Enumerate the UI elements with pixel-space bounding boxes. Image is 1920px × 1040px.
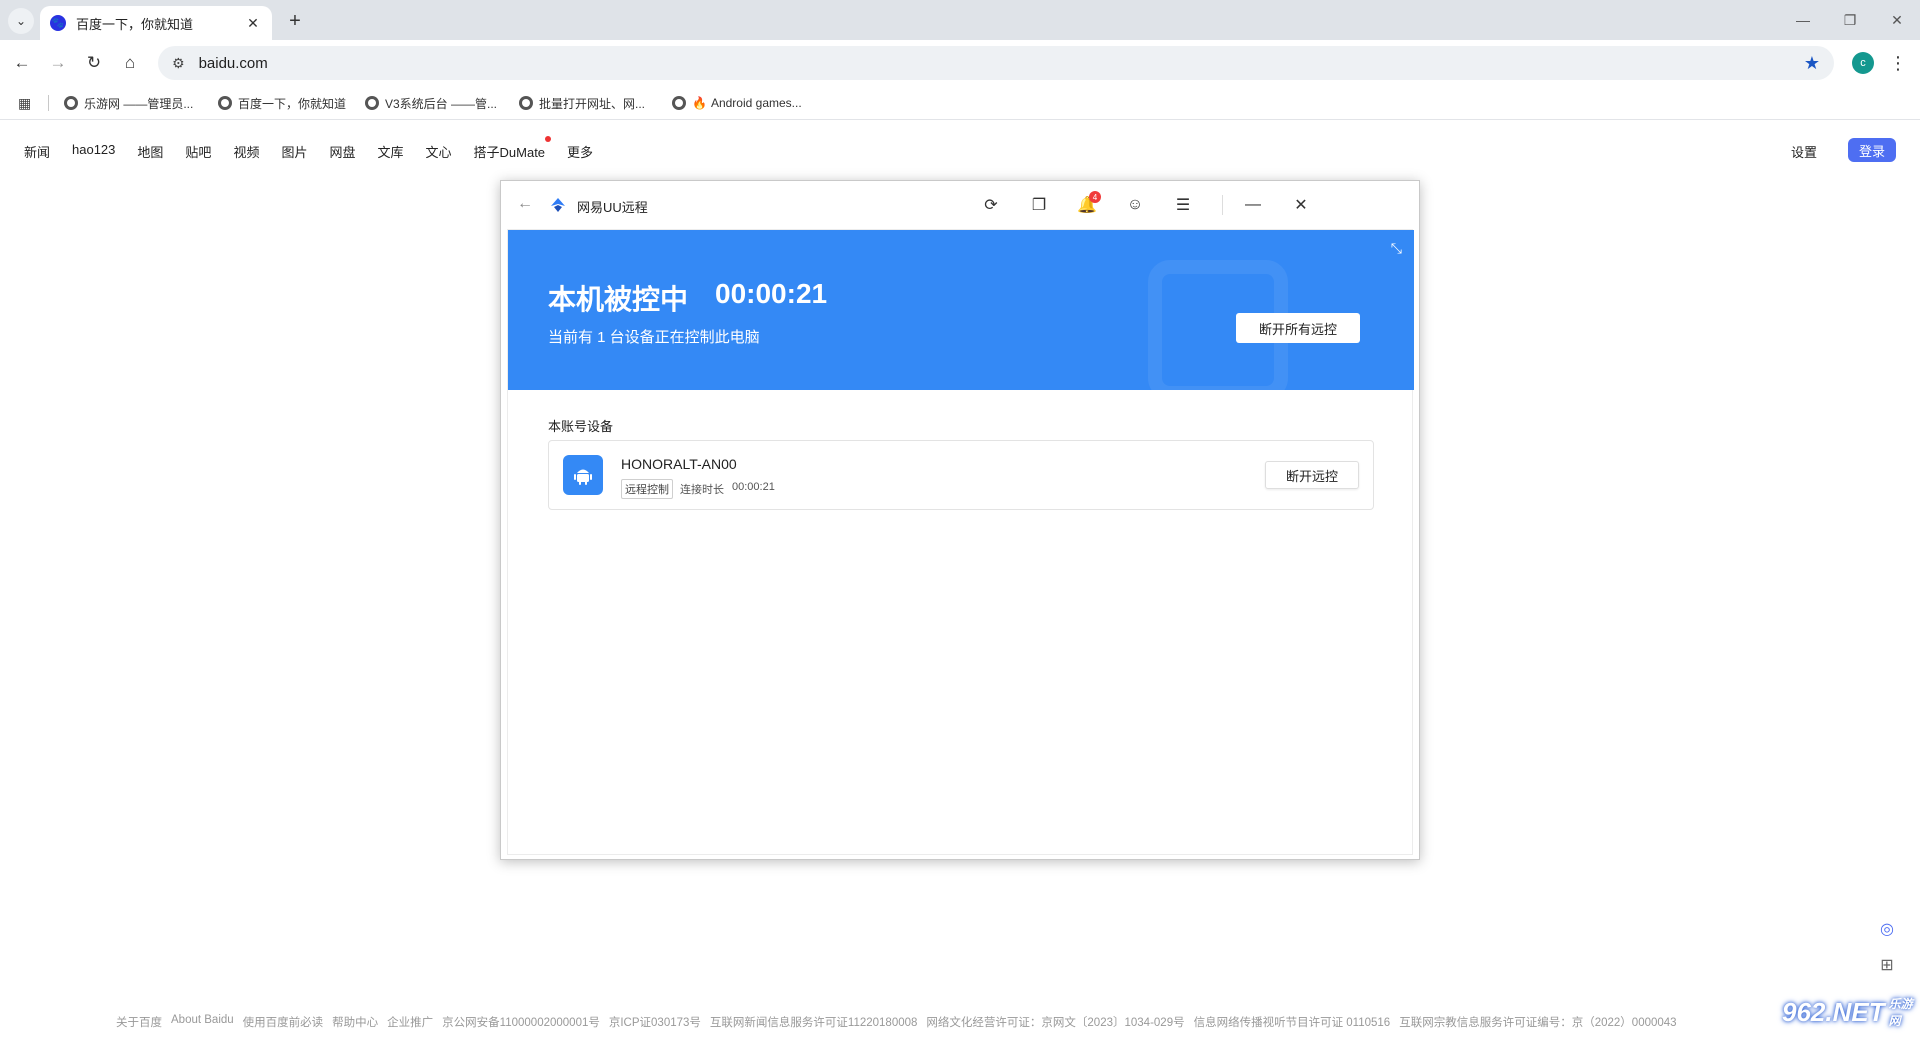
control-timer: 00:00:21 <box>715 278 828 309</box>
app-name: 网易UU远程 <box>577 200 648 215</box>
user-icon[interactable]: ☺ <box>1123 193 1147 217</box>
bookmark-item[interactable]: 百度一下，你就知道 <box>218 92 346 114</box>
disconnect-all-button[interactable]: 断开所有远控 <box>1236 313 1360 343</box>
browser-toolbar: ← → ↻ ⌂ ⚙ baidu.com ★ c ⋮ <box>0 40 1920 86</box>
collapse-icon[interactable]: ⤡ <box>1391 240 1402 257</box>
baidu-favicon-icon: 🐾 <box>50 15 66 31</box>
apps-grid-icon[interactable]: ▦ <box>18 95 31 112</box>
uu-logo-icon <box>551 198 565 212</box>
bookmark-item[interactable]: V3系统后台 ——管... <box>365 92 497 114</box>
nav-more[interactable]: 更多 <box>567 142 593 161</box>
site-watermark: 962.NET 乐游网 <box>1782 996 1913 1029</box>
bookmark-star-icon[interactable]: ★ <box>1804 53 1820 74</box>
bookmark-item[interactable]: 批量打开网址、网... <box>519 92 645 114</box>
device-tag: 远程控制 <box>621 479 673 499</box>
restore-window-icon[interactable]: ❐ <box>1827 0 1873 40</box>
tab-search-button[interactable]: ⌄ <box>8 8 34 34</box>
minimize-window-icon[interactable]: — <box>1780 0 1826 40</box>
footer-link[interactable]: 网络文化经营许可证：京网文〔2023〕1034-029号 <box>926 1014 1184 1030</box>
browser-menu-icon[interactable]: ⋮ <box>1888 50 1908 76</box>
back-arrow-icon[interactable]: ← <box>517 195 533 213</box>
footer-link[interactable]: 帮助中心 <box>332 1014 378 1030</box>
uu-title-bar: ← 网易UU远程 ⟳ ❐ 🔔 4 ☺ ☰ — ✕ <box>501 181 1419 229</box>
disconnect-button[interactable]: 断开远控 <box>1265 461 1359 489</box>
divider <box>48 95 49 111</box>
url-text: baidu.com <box>198 54 268 72</box>
bell-icon[interactable]: 🔔 4 <box>1075 191 1101 217</box>
uu-content: ⤡ 本机被控中 00:00:21 当前有 1 台设备正在控制此电脑 断开所有远控… <box>507 229 1414 855</box>
minimize-icon[interactable]: — <box>1241 193 1265 217</box>
duration-value: 00:00:21 <box>732 481 775 493</box>
nav-news[interactable]: 新闻 <box>24 142 50 161</box>
home-icon[interactable]: ⌂ <box>116 49 144 77</box>
tab-title: 百度一下，你就知道 <box>76 16 194 32</box>
new-tab-button[interactable]: + <box>282 8 308 34</box>
device-card: HONORALT-AN00 远程控制 连接时长 00:00:21 断开远控 <box>548 440 1374 510</box>
bookmark-item[interactable]: 乐游网 ——管理员... <box>64 92 193 114</box>
footer-link[interactable]: 关于百度 <box>116 1014 162 1030</box>
settings-link[interactable]: 设置 <box>1791 142 1817 161</box>
footer-link[interactable]: About Baidu <box>171 1014 234 1030</box>
notification-dot <box>545 136 552 142</box>
footer-link[interactable]: 京公网安备11000002000001号 <box>442 1014 600 1030</box>
nav-video[interactable]: 视频 <box>233 142 259 161</box>
profile-avatar[interactable]: c <box>1852 52 1874 74</box>
footer-link[interactable]: 使用百度前必读 <box>243 1014 324 1030</box>
nav-wenku[interactable]: 文库 <box>377 142 403 161</box>
footer-link[interactable]: 互联网新闻信息服务许可证11220180008 <box>710 1014 918 1030</box>
close-icon[interactable]: ✕ <box>1289 193 1313 217</box>
footer-link[interactable]: 企业推广 <box>387 1014 433 1030</box>
nav-hao123[interactable]: hao123 <box>72 142 115 161</box>
footer-link[interactable]: 互联网宗教信息服务许可证编号：京（2022）0000043 <box>1399 1014 1676 1030</box>
browser-tab[interactable]: 🐾 百度一下，你就知道 ✕ <box>40 6 272 40</box>
globe-icon <box>672 96 686 110</box>
tab-strip: ⌄ 🐾 百度一下，你就知道 ✕ + — ❐ ✕ <box>0 0 1920 40</box>
reload-icon[interactable]: ↻ <box>80 49 108 77</box>
globe-icon <box>519 96 533 110</box>
feedback-icon[interactable]: ◎ <box>1874 916 1900 942</box>
chevron-down-icon: ⌄ <box>15 14 27 28</box>
baidu-top-nav: 新闻 hao123 地图 贴吧 视频 图片 网盘 文库 文心 搭子DuMate … <box>24 136 615 161</box>
duration-label: 连接时长 <box>680 484 724 496</box>
baidu-footer: 关于百度 About Baidu 使用百度前必读 帮助中心 企业推广 京公网安备… <box>116 1014 1686 1030</box>
globe-icon <box>365 96 379 110</box>
login-button[interactable]: 登录 <box>1848 138 1896 162</box>
section-title: 本账号设备 <box>548 419 614 434</box>
status-banner: ⤡ 本机被控中 00:00:21 当前有 1 台设备正在控制此电脑 断开所有远控 <box>508 230 1414 390</box>
nav-tieba[interactable]: 贴吧 <box>185 142 211 161</box>
footer-link[interactable]: 信息网络传播视听节目许可证 0110516 <box>1194 1014 1391 1030</box>
close-window-icon[interactable]: ✕ <box>1874 0 1920 40</box>
footer-link[interactable]: 京ICP证030173号 <box>609 1014 701 1030</box>
address-bar[interactable]: ⚙ baidu.com ★ <box>158 46 1834 80</box>
notification-badge: 4 <box>1089 191 1101 203</box>
globe-icon <box>64 96 78 110</box>
status-title: 本机被控中 <box>548 284 689 315</box>
nav-map[interactable]: 地图 <box>137 142 163 161</box>
device-name: HONORALT-AN00 <box>621 456 737 472</box>
status-subtitle: 当前有 1 台设备正在控制此电脑 <box>548 329 760 346</box>
refresh-icon[interactable]: ⟳ <box>979 193 1003 217</box>
nav-wenxin[interactable]: 文心 <box>426 142 452 161</box>
globe-icon <box>218 96 232 110</box>
bookmark-item[interactable]: 🔥 Android games... <box>672 92 802 114</box>
qr-code-icon[interactable]: ⊞ <box>1874 952 1900 978</box>
android-icon <box>563 455 603 495</box>
divider <box>1222 195 1223 215</box>
nav-images[interactable]: 图片 <box>281 142 307 161</box>
tab-close-icon[interactable]: ✕ <box>244 15 262 32</box>
bookmarks-bar: ▦ 乐游网 ——管理员... 百度一下，你就知道 V3系统后台 ——管... 批… <box>0 86 1920 120</box>
fire-icon: 🔥 <box>692 96 707 110</box>
site-info-icon[interactable]: ⚙ <box>172 55 185 72</box>
forward-icon[interactable]: → <box>44 49 72 77</box>
uu-remote-window: ← 网易UU远程 ⟳ ❐ 🔔 4 ☺ ☰ — ✕ ⤡ 本机被控中 00:00:21… <box>500 180 1420 860</box>
windows-icon[interactable]: ❐ <box>1027 193 1051 217</box>
menu-icon[interactable]: ☰ <box>1171 193 1195 217</box>
nav-dumate[interactable]: 搭子DuMate <box>474 136 552 161</box>
back-icon[interactable]: ← <box>8 49 36 77</box>
nav-netdisk[interactable]: 网盘 <box>329 142 355 161</box>
